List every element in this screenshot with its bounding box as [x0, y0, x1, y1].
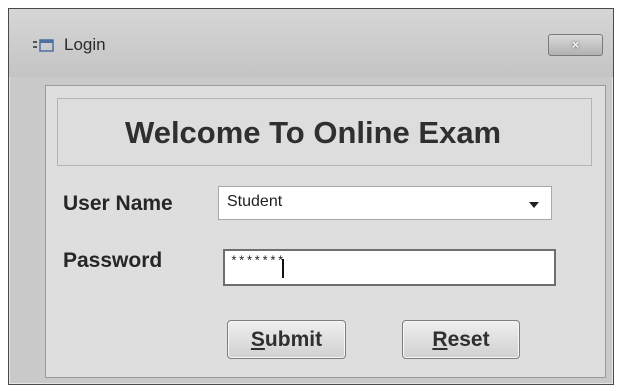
submit-button[interactable]: Submit: [227, 320, 346, 359]
text-caret: [282, 259, 284, 278]
login-window: Login × Welcome To Online Exam User Name…: [8, 8, 614, 385]
password-field[interactable]: *******: [223, 249, 556, 286]
chevron-down-icon[interactable]: [529, 202, 539, 208]
close-button[interactable]: ×: [548, 34, 603, 56]
form-window-icon: [33, 39, 54, 52]
reset-accelerator: R: [432, 328, 448, 351]
username-label: User Name: [63, 192, 173, 215]
password-label: Password: [63, 249, 163, 272]
username-value: Student: [227, 193, 283, 210]
reset-button[interactable]: Reset: [402, 320, 520, 359]
window-title: Login: [64, 35, 106, 54]
password-mask: *******: [230, 254, 285, 269]
welcome-panel: Welcome To Online Exam: [57, 98, 592, 166]
close-icon: ×: [571, 37, 580, 52]
form-client-area: Welcome To Online Exam User Name Student…: [45, 85, 606, 378]
reset-label-rest: eset: [447, 328, 490, 351]
submit-accelerator: S: [250, 328, 265, 351]
title-bar[interactable]: Login ×: [9, 9, 613, 77]
submit-label-rest: ubmit: [264, 328, 323, 351]
welcome-heading: Welcome To Online Exam: [125, 115, 502, 150]
username-combobox[interactable]: Student: [218, 186, 552, 220]
